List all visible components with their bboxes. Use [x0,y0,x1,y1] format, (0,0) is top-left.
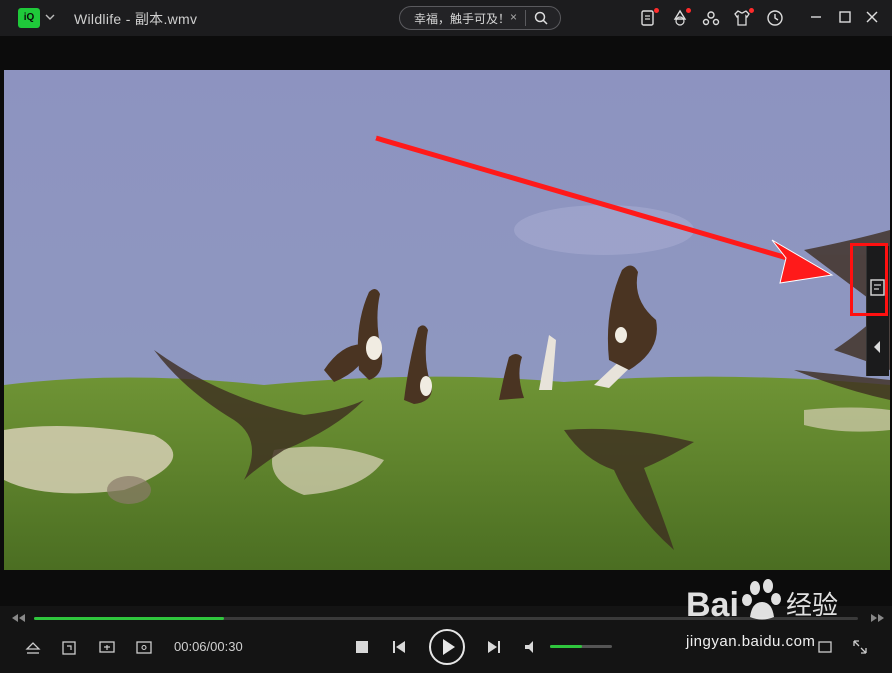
time-display: 00:06/00:30 [174,639,243,654]
gif-icon[interactable] [134,638,154,658]
maximize-icon[interactable] [837,9,853,25]
minimize-icon[interactable] [808,9,824,25]
chevron-down-icon[interactable] [44,11,56,23]
cast-screen-icon[interactable] [97,638,117,658]
search-input[interactable]: 幸福，触手可及！ [414,10,510,27]
eject-icon[interactable] [23,638,43,658]
watermark-url: jingyan.baidu.com [686,633,816,650]
history-clock-icon[interactable] [765,8,785,28]
search-divider [525,10,526,26]
notification-dot [686,8,691,13]
notification-dot [749,8,754,13]
next-icon[interactable] [484,637,504,657]
video-frame[interactable] [4,70,890,570]
app-logo-icon[interactable]: iQ [18,8,40,28]
volume-fill [550,645,582,648]
play-button[interactable] [428,628,466,666]
notification-dot [654,8,659,13]
window-title: Wildlife - 副本.wmv [74,11,198,27]
stop-icon[interactable] [352,637,372,657]
search-icon[interactable] [533,10,549,26]
previous-icon[interactable] [389,637,409,657]
collapse-left-icon[interactable] [868,330,886,364]
svg-text:经验: 经验 [786,591,838,621]
screenshot-icon[interactable] [59,638,79,658]
clear-icon[interactable]: × [510,10,517,24]
highlight-box [850,243,888,316]
video-scene-image [4,70,890,570]
search-box[interactable]: 幸福，触手可及！ × [399,6,561,30]
close-icon[interactable] [864,9,880,25]
rewind-icon[interactable] [10,612,26,624]
share-icon[interactable] [701,8,721,28]
svg-text:Bai: Bai [686,586,739,624]
volume-icon[interactable] [522,637,542,657]
progress-fill [34,617,224,620]
